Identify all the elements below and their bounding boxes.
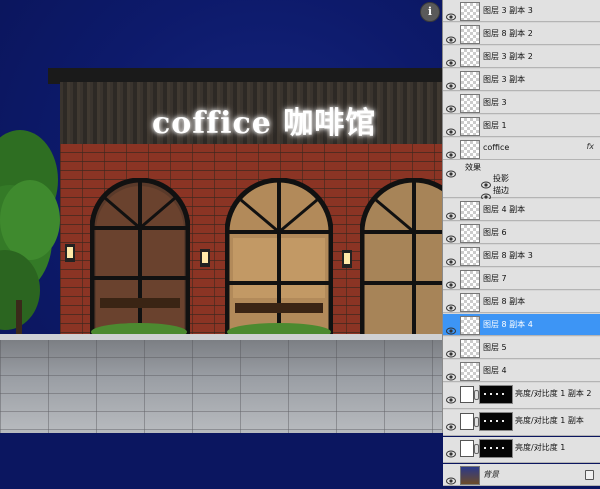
layer-name: 图层 6: [483, 228, 507, 237]
layer-row[interactable]: 图层 5: [443, 337, 600, 359]
layer-row[interactable]: coffice fx: [443, 138, 600, 160]
layer-name: 图层 8 副本 4: [483, 320, 533, 329]
background-thumbnail: [460, 466, 480, 485]
layer-name: 图层 5: [483, 343, 507, 352]
layer-name: 图层 4: [483, 366, 507, 375]
visibility-eye-icon[interactable]: [446, 274, 456, 289]
lock-icon: [585, 470, 594, 480]
adjustment-layer-name: 亮度/对比度 1 副本: [515, 416, 584, 425]
layer-name: 图层 3 副本 3: [483, 6, 533, 15]
visibility-eye-icon[interactable]: [446, 297, 456, 312]
drop-shadow-eye-icon[interactable]: [481, 174, 491, 189]
layer-thumbnail: [460, 117, 480, 136]
sign-text: coffice 咖啡馆: [152, 106, 377, 141]
visibility-eye-icon[interactable]: [446, 98, 456, 113]
layer-thumbnail: [460, 2, 480, 21]
brightness-contrast-icon: [460, 386, 474, 403]
layer-thumbnail: [460, 25, 480, 44]
visibility-eye-icon[interactable]: [446, 228, 456, 243]
stroke-eye-icon[interactable]: [481, 186, 491, 201]
layer-thumbnail: [460, 94, 480, 113]
layer-name: 图层 3: [483, 98, 507, 107]
brightness-contrast-icon: [460, 413, 474, 430]
layer-row[interactable]: 图层 3 副本 2: [443, 46, 600, 68]
visibility-eye-icon[interactable]: [446, 6, 456, 21]
wall-lamp-right: [342, 250, 352, 268]
visibility-eye-icon[interactable]: [446, 121, 456, 136]
layer-thumbnail: [460, 71, 480, 90]
cafe-building: coffice 咖啡馆: [48, 68, 442, 358]
layer-thumbnail: [460, 224, 480, 243]
layer-row[interactable]: 图层 1: [443, 115, 600, 137]
layer-row[interactable]: 图层 3: [443, 92, 600, 114]
layer-row[interactable]: 图层 4: [443, 360, 600, 382]
visibility-eye-icon[interactable]: [446, 443, 456, 458]
visibility-eye-icon[interactable]: [446, 389, 456, 404]
layer-thumbnail: [460, 140, 480, 159]
layer-mask-thumbnail[interactable]: [479, 385, 513, 404]
arched-window-right: [360, 178, 442, 358]
adjustment-layer-row[interactable]: 亮度/对比度 1 副本 2: [443, 383, 600, 409]
visibility-eye-icon[interactable]: [446, 366, 456, 381]
wall-lamp-center: [200, 249, 210, 267]
layer-thumbnail: [460, 339, 480, 358]
layer-name: 图层 3 副本 2: [483, 52, 533, 61]
layer-thumbnail: [460, 293, 480, 312]
sidewalk-tiles: [0, 340, 442, 433]
layer-row[interactable]: 图层 8 副本 2: [443, 23, 600, 45]
layer-effects-group: 效果投影 描边: [443, 160, 600, 201]
layer-mask-thumbnail[interactable]: [479, 439, 513, 458]
layer-row[interactable]: 图层 6: [443, 222, 600, 244]
layer-name: coffice: [483, 143, 510, 152]
drop-shadow-effect[interactable]: 投影: [493, 173, 509, 184]
layer-name: 图层 8 副本 3: [483, 251, 533, 260]
background-layer-row[interactable]: 背景: [443, 464, 600, 486]
layer-name: 图层 1: [483, 121, 507, 130]
layer-name: 图层 8 副本 2: [483, 29, 533, 38]
visibility-eye-icon[interactable]: [446, 470, 456, 485]
layer-thumbnail: [460, 316, 480, 335]
layer-row[interactable]: 图层 8 副本 3: [443, 245, 600, 267]
layer-row[interactable]: 图层 3 副本 3: [443, 0, 600, 22]
layer-name: 图层 3 副本: [483, 75, 526, 84]
layer-thumbnail: [460, 247, 480, 266]
layer-thumbnail: [460, 362, 480, 381]
visibility-eye-icon[interactable]: [446, 29, 456, 44]
visibility-eye-icon[interactable]: [446, 251, 456, 266]
adjustment-layer-row[interactable]: 亮度/对比度 1: [443, 437, 600, 463]
background-layer-name: 背景: [483, 470, 499, 479]
layer-row[interactable]: 图层 7: [443, 268, 600, 290]
brightness-contrast-icon: [460, 440, 474, 457]
layers-panel: 图层 3 副本 3 图层 8 副本 2 图层 3 副本 2 图层 3 副本 图层 3 图层…: [442, 0, 600, 486]
layer-thumbnail: [460, 201, 480, 220]
visibility-eye-icon[interactable]: [446, 320, 456, 335]
layer-name: 图层 7: [483, 274, 507, 283]
layer-thumbnail: [460, 270, 480, 289]
wall-lamp-left: [65, 244, 75, 262]
info-icon[interactable]: i: [420, 2, 440, 22]
adjustment-layer-name: 亮度/对比度 1 副本 2: [515, 389, 592, 398]
visibility-eye-icon[interactable]: [446, 205, 456, 220]
canvas-scene: coffice 咖啡馆 i: [0, 0, 442, 433]
stroke-effect[interactable]: 描边: [493, 185, 509, 196]
layer-mask-thumbnail[interactable]: [479, 412, 513, 431]
visibility-eye-icon[interactable]: [446, 144, 456, 159]
effects-label: 效果: [465, 163, 481, 172]
visibility-eye-icon[interactable]: [446, 343, 456, 358]
wooden-signboard: coffice 咖啡馆: [60, 82, 442, 144]
layer-row[interactable]: 图层 4 副本: [443, 199, 600, 221]
fx-icon[interactable]: fx: [586, 142, 594, 151]
layer-row[interactable]: 图层 3 副本: [443, 69, 600, 91]
adjustment-layer-name: 亮度/对比度 1: [515, 443, 566, 452]
visibility-eye-icon[interactable]: [446, 416, 456, 431]
visibility-eye-icon[interactable]: [446, 52, 456, 67]
adjustment-layer-row[interactable]: 亮度/对比度 1 副本: [443, 410, 600, 436]
layer-name: 图层 8 副本: [483, 297, 526, 306]
visibility-eye-icon[interactable]: [446, 75, 456, 90]
effects-eye-icon[interactable]: [446, 163, 456, 178]
layer-name: 图层 4 副本: [483, 205, 526, 214]
layer-thumbnail: [460, 48, 480, 67]
layer-row[interactable]: 图层 8 副本 4: [443, 314, 600, 336]
layer-row[interactable]: 图层 8 副本: [443, 291, 600, 313]
